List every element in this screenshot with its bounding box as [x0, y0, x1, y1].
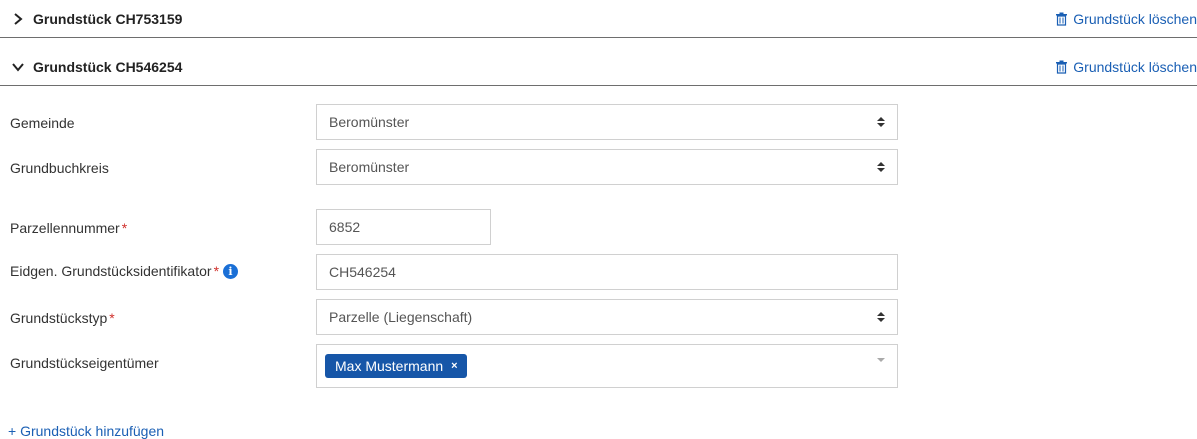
parzellennummer-label: Parzellennummer * [10, 220, 127, 236]
delete-grundstueck-button[interactable]: Grundstück löschen [1055, 0, 1197, 38]
required-mark: * [109, 310, 115, 326]
parzellennummer-value: 6852 [329, 219, 361, 235]
section-header-ch546254[interactable]: Grundstück CH546254 Grundstück löschen [0, 48, 1197, 86]
gemeinde-select[interactable]: Beromünster [316, 104, 898, 140]
chevron-right-icon [14, 12, 23, 25]
info-icon[interactable]: i [223, 263, 239, 279]
remove-tag-icon[interactable]: × [451, 360, 457, 372]
egrid-input[interactable]: CH546254 [316, 254, 898, 290]
egrid-label-text: Eidgen. Grundstücksidentifikator [10, 263, 212, 279]
grundstueckstyp-select[interactable]: Parzelle (Liegenschaft) [316, 299, 898, 335]
section-title: Grundstück CH546254 [33, 58, 183, 75]
owner-tag[interactable]: Max Mustermann × [325, 354, 467, 378]
section-title: Grundstück CH753159 [33, 10, 183, 27]
section-header-ch753159[interactable]: Grundstück CH753159 Grundstück löschen [0, 0, 1197, 38]
parzellennummer-label-text: Parzellennummer [10, 220, 120, 236]
trash-icon [1056, 60, 1068, 74]
required-mark: * [121, 220, 128, 236]
dropdown-caret-icon[interactable] [877, 358, 885, 362]
grundstueckstyp-label: Grundstückstyp * [10, 310, 115, 326]
select-arrows-icon [877, 117, 885, 127]
eigentuemer-label: Grundstückseigentümer [10, 355, 159, 371]
grundbuchkreis-value: Beromünster [329, 159, 410, 175]
select-arrows-icon [877, 162, 885, 172]
trash-icon [1056, 12, 1068, 26]
grundbuchkreis-label: Grundbuchkreis [10, 160, 109, 176]
grundstueckstyp-value: Parzelle (Liegenschaft) [329, 309, 473, 325]
delete-label: Grundstück löschen [1073, 11, 1197, 27]
grundbuchkreis-label-text: Grundbuchkreis [10, 160, 109, 176]
delete-label: Grundstück löschen [1073, 59, 1197, 75]
grundbuchkreis-select[interactable]: Beromünster [316, 149, 898, 185]
owner-tag-label: Max Mustermann [335, 358, 444, 374]
egrid-label: Eidgen. Grundstücksidentifikator * i [10, 263, 239, 279]
select-arrows-icon [877, 312, 885, 322]
gemeinde-value: Beromünster [329, 114, 410, 130]
parzellennummer-input[interactable]: 6852 [316, 209, 491, 245]
eigentuemer-multiselect[interactable]: Max Mustermann × [316, 344, 898, 388]
delete-grundstueck-button[interactable]: Grundstück löschen [1055, 48, 1197, 86]
chevron-down-icon [12, 62, 24, 72]
eigentuemer-label-text: Grundstückseigentümer [10, 355, 159, 371]
add-grundstueck-link[interactable]: + Grundstück hinzufügen [8, 423, 164, 439]
egrid-value: CH546254 [329, 264, 396, 280]
gemeinde-label: Gemeinde [10, 115, 75, 131]
required-mark: * [213, 263, 220, 279]
grundstueckstyp-label-text: Grundstückstyp [10, 310, 108, 326]
gemeinde-label-text: Gemeinde [10, 115, 75, 131]
